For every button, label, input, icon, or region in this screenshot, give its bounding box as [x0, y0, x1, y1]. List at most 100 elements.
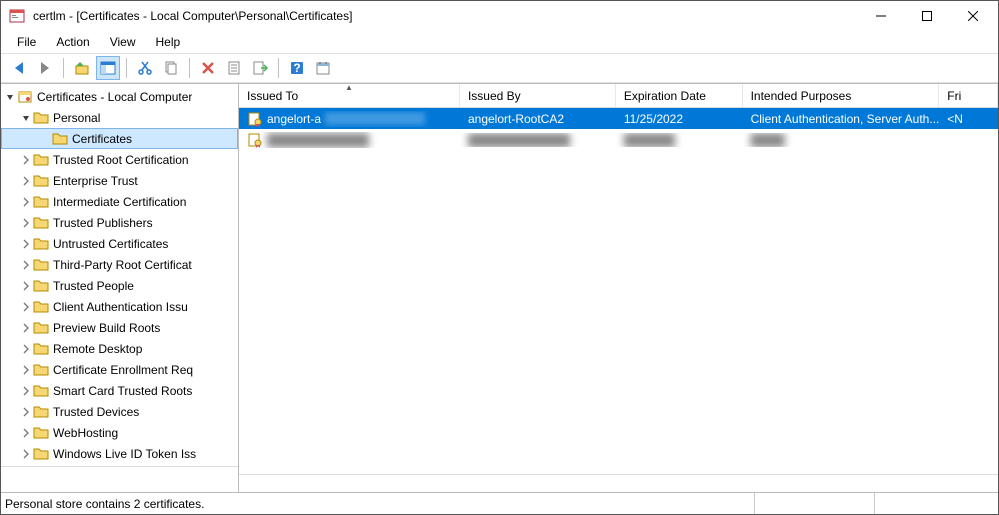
- tree-label: WebHosting: [53, 426, 118, 440]
- folder-icon: [33, 236, 49, 252]
- folder-icon: [33, 383, 49, 399]
- chevron-right-icon[interactable]: [19, 384, 33, 398]
- folder-icon: [33, 362, 49, 378]
- tree-label: Trusted People: [53, 279, 134, 293]
- expander-empty: [38, 132, 52, 146]
- tree-node-root[interactable]: Certificates - Local Computer: [1, 86, 238, 107]
- properties-button[interactable]: [222, 56, 246, 80]
- back-button[interactable]: [7, 56, 31, 80]
- refresh-button[interactable]: [311, 56, 335, 80]
- column-issued-to[interactable]: Issued To ▲: [239, 84, 460, 107]
- menu-help[interactable]: Help: [148, 33, 189, 51]
- certificate-store-icon: [17, 89, 33, 105]
- chevron-right-icon[interactable]: [19, 216, 33, 230]
- tree-label: Enterprise Trust: [53, 174, 138, 188]
- close-button[interactable]: [950, 1, 996, 31]
- tree-node-personal[interactable]: Personal: [1, 107, 238, 128]
- forward-button[interactable]: [33, 56, 57, 80]
- tree-node[interactable]: Trusted People: [1, 275, 238, 296]
- delete-button[interactable]: [196, 56, 220, 80]
- tree-label: Certificates: [72, 132, 132, 146]
- redacted-text: ████: [751, 133, 785, 147]
- certificate-icon: [247, 111, 263, 127]
- export-button[interactable]: [248, 56, 272, 80]
- column-expiration[interactable]: Expiration Date: [616, 84, 743, 107]
- app-icon: [9, 8, 25, 24]
- chevron-right-icon[interactable]: [19, 195, 33, 209]
- tree-label: Third-Party Root Certificat: [53, 258, 192, 272]
- tree-node[interactable]: Trusted Publishers: [1, 212, 238, 233]
- cell-text: angelort-a: [267, 112, 321, 126]
- chevron-right-icon[interactable]: [19, 321, 33, 335]
- column-label: Issued To: [247, 89, 298, 103]
- minimize-button[interactable]: [858, 1, 904, 31]
- tree-node[interactable]: Intermediate Certification: [1, 191, 238, 212]
- show-hide-tree-button[interactable]: [96, 56, 120, 80]
- chevron-right-icon[interactable]: [19, 405, 33, 419]
- redacted-text: ██████: [624, 133, 675, 147]
- tree-node[interactable]: Client Authentication Issu: [1, 296, 238, 317]
- maximize-button[interactable]: [904, 1, 950, 31]
- menu-action[interactable]: Action: [48, 33, 97, 51]
- certificate-icon: [247, 132, 263, 148]
- chevron-right-icon[interactable]: [19, 342, 33, 356]
- chevron-right-icon[interactable]: [19, 447, 33, 461]
- tree-node[interactable]: Remote Desktop: [1, 338, 238, 359]
- cell-text: Client Authentication, Server Auth...: [751, 112, 940, 126]
- window-controls: [858, 1, 996, 31]
- column-label: Issued By: [468, 89, 521, 103]
- list-hscroll[interactable]: [239, 474, 998, 492]
- tree-node[interactable]: Enterprise Trust: [1, 170, 238, 191]
- list-row[interactable]: ████████████ ████████████ ██████ ████: [239, 129, 998, 150]
- chevron-right-icon[interactable]: [19, 363, 33, 377]
- menu-view[interactable]: View: [102, 33, 144, 51]
- status-text: Personal store contains 2 certificates.: [5, 497, 754, 511]
- tree-node[interactable]: Certificate Enrollment Req: [1, 359, 238, 380]
- tree-node[interactable]: Preview Build Roots: [1, 317, 238, 338]
- tree-node[interactable]: Smart Card Trusted Roots: [1, 380, 238, 401]
- menu-file[interactable]: File: [9, 33, 44, 51]
- tree-node[interactable]: Untrusted Certificates: [1, 233, 238, 254]
- title-bar: certlm - [Certificates - Local Computer\…: [1, 1, 998, 31]
- chevron-right-icon[interactable]: [19, 426, 33, 440]
- list-body[interactable]: angelort-a angelort-RootCA2 11/25/2022 C…: [239, 108, 998, 474]
- cell-text: angelort-RootCA2: [468, 112, 564, 126]
- tree-label: Personal: [53, 111, 100, 125]
- column-purposes[interactable]: Intended Purposes: [743, 84, 940, 107]
- tree-node-certificates[interactable]: Certificates: [1, 128, 238, 149]
- cut-button[interactable]: [133, 56, 157, 80]
- tree-node[interactable]: Trusted Devices: [1, 401, 238, 422]
- menu-bar: File Action View Help: [1, 31, 998, 53]
- folder-icon: [33, 257, 49, 273]
- chevron-right-icon[interactable]: [19, 300, 33, 314]
- tree-pane[interactable]: Certificates - Local Computer Personal C…: [1, 84, 239, 492]
- redacted-text: [325, 112, 425, 125]
- tree-label: Trusted Root Certification: [53, 153, 189, 167]
- tree-label: Intermediate Certification: [53, 195, 186, 209]
- list-row[interactable]: angelort-a angelort-RootCA2 11/25/2022 C…: [239, 108, 998, 129]
- redacted-text: ████████████: [468, 133, 570, 147]
- column-issued-by[interactable]: Issued By: [460, 84, 616, 107]
- tree-node[interactable]: Trusted Root Certification: [1, 149, 238, 170]
- chevron-right-icon[interactable]: [19, 174, 33, 188]
- tree-hscroll[interactable]: [1, 466, 238, 484]
- toolbar-separator: [189, 58, 190, 78]
- copy-button[interactable]: [159, 56, 183, 80]
- chevron-right-icon[interactable]: [19, 153, 33, 167]
- chevron-down-icon[interactable]: [19, 111, 33, 125]
- up-button[interactable]: [70, 56, 94, 80]
- chevron-right-icon[interactable]: [19, 237, 33, 251]
- tree-label: Trusted Devices: [53, 405, 139, 419]
- window-title: certlm - [Certificates - Local Computer\…: [31, 9, 858, 23]
- chevron-right-icon[interactable]: [19, 279, 33, 293]
- column-friendly[interactable]: Fri: [939, 84, 998, 107]
- tree-node[interactable]: Third-Party Root Certificat: [1, 254, 238, 275]
- folder-icon: [33, 110, 49, 126]
- tree-label: Trusted Publishers: [53, 216, 153, 230]
- svg-text:?: ?: [293, 61, 300, 75]
- chevron-down-icon[interactable]: [3, 90, 17, 104]
- chevron-right-icon[interactable]: [19, 258, 33, 272]
- tree-node[interactable]: Windows Live ID Token Iss: [1, 443, 238, 464]
- tree-node[interactable]: WebHosting: [1, 422, 238, 443]
- help-button[interactable]: ?: [285, 56, 309, 80]
